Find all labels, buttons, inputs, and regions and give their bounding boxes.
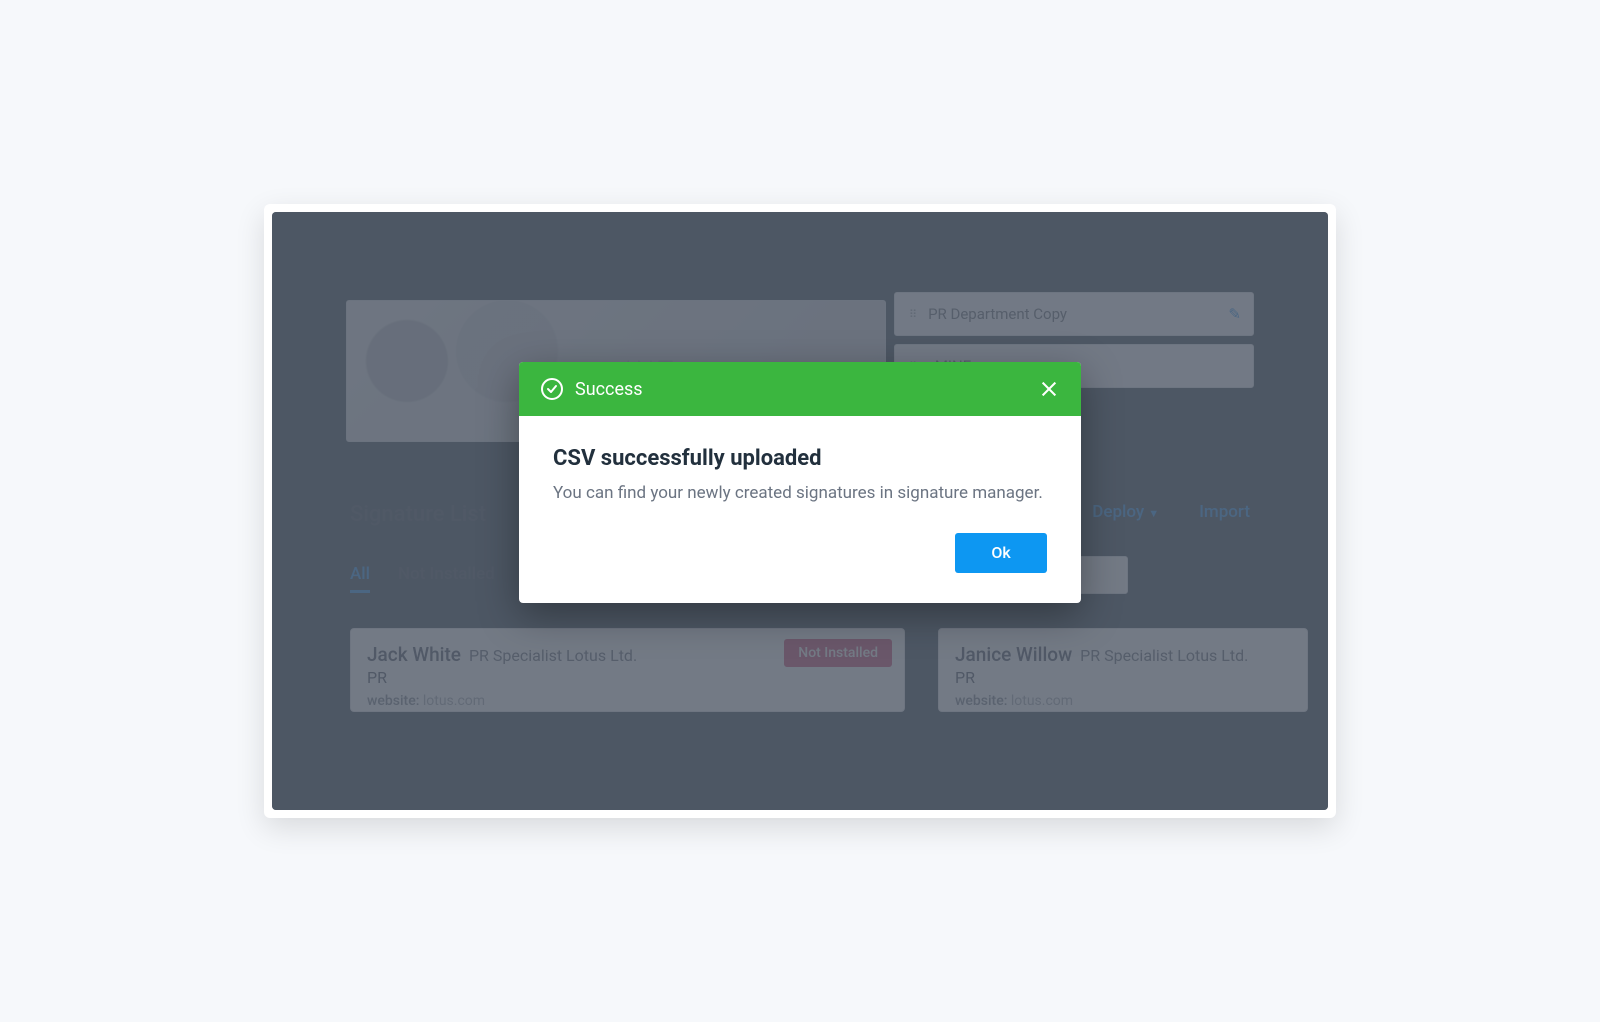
modal-header-label: Success	[575, 379, 643, 400]
modal-body: CSV successfully uploaded You can find y…	[519, 416, 1081, 533]
close-icon[interactable]	[1039, 379, 1059, 399]
modal-title: CSV successfully uploaded	[553, 446, 1047, 471]
app-window: INT ⠿ PR Department Copy ✎ ⠿ _MINE Signa…	[264, 204, 1336, 818]
modal-description: You can find your newly created signatur…	[553, 481, 1047, 507]
ok-button[interactable]: Ok	[955, 533, 1047, 573]
modal-header: Success	[519, 362, 1081, 416]
app-viewport: INT ⠿ PR Department Copy ✎ ⠿ _MINE Signa…	[272, 212, 1328, 810]
modal-footer: Ok	[519, 533, 1081, 603]
success-modal: Success CSV successfully uploaded You ca…	[519, 362, 1081, 603]
success-check-icon	[541, 378, 563, 400]
